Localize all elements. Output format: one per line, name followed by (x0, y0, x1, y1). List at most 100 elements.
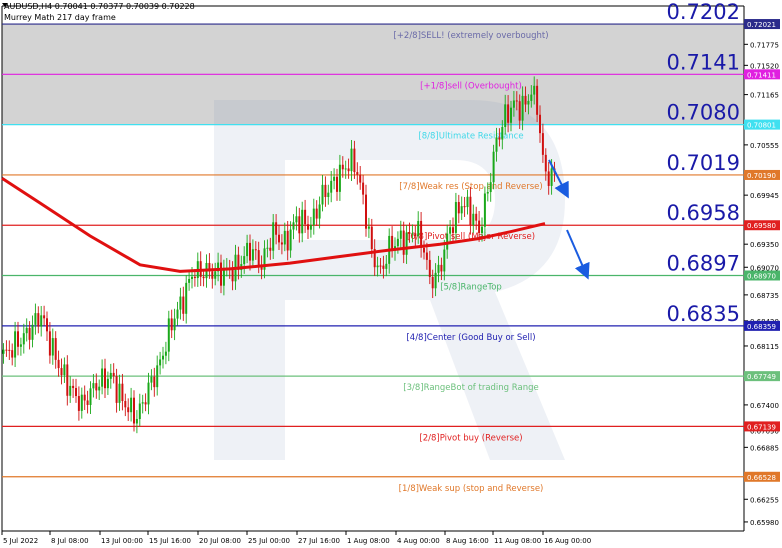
big-level-label: 0.6897 (667, 252, 740, 276)
price-tag-label: 0.68970 (747, 273, 776, 281)
candle-body (150, 376, 153, 383)
candle-body (249, 242, 251, 261)
candle-body (510, 107, 512, 123)
time-tick-label: 11 Aug 08:00 (494, 537, 541, 545)
candle-body (266, 247, 269, 249)
candle-body (341, 164, 344, 170)
candle-body (324, 184, 327, 198)
price-tick-label: 0.66885 (750, 444, 779, 452)
candle-body (19, 344, 22, 347)
candle-body (399, 230, 402, 239)
murrey-level-label: [4/8]Center (Good Buy or Sell) (406, 333, 535, 343)
candle-body (25, 327, 28, 334)
time-tick-label: 4 Aug 00:00 (397, 537, 440, 545)
candle-body (14, 331, 17, 358)
candle-body (176, 309, 179, 319)
price-tick-label: 0.69350 (750, 241, 779, 249)
candle-body (396, 238, 399, 247)
forecast-arrow-2 (566, 229, 590, 280)
candle-body (367, 226, 370, 229)
candle-body (11, 350, 14, 358)
candle-body (60, 368, 63, 376)
price-tag-label: 0.69580 (747, 222, 776, 230)
candle-body (135, 419, 138, 424)
price-tick-label: 0.65980 (750, 519, 779, 527)
candle-body (95, 383, 98, 391)
candle-body (92, 383, 95, 389)
candle-body (179, 296, 182, 310)
candle-body (460, 206, 463, 214)
murrey-level-label: [+1/8]sell (Overbought) (420, 81, 522, 91)
candle-body (46, 318, 48, 332)
candle-body (469, 196, 472, 225)
candle-body (153, 376, 156, 388)
time-tick-label: 25 Jul 00:00 (248, 537, 290, 545)
candle-body (515, 100, 518, 102)
candle-body (370, 226, 373, 250)
candle-body (530, 94, 533, 101)
candle-body (101, 368, 104, 387)
candle-body (298, 216, 301, 234)
candle-body (524, 95, 527, 105)
candle-body (278, 234, 280, 243)
candle-body (133, 397, 135, 424)
candle-body (507, 104, 510, 123)
candle-body (405, 232, 408, 255)
big-level-label: 0.7019 (667, 151, 740, 175)
murrey-level-label: [7/8]Weak res (Stop and Reverse) (399, 182, 542, 192)
candle-body (220, 262, 222, 286)
candle-body (330, 180, 333, 193)
price-tick-label: 0.69945 (750, 192, 779, 200)
candle-body (43, 315, 46, 319)
candle-body (202, 276, 205, 279)
candle-body (193, 276, 196, 279)
candle-body (411, 233, 414, 235)
candle-body (162, 355, 164, 360)
symbol-header: AUDUSD,H4 0.70041 0.70377 0.70039 0.7022… (4, 2, 195, 11)
candle-body (89, 388, 92, 405)
price-tag-label: 0.66528 (747, 474, 776, 482)
candle-body (521, 95, 524, 121)
candle-body (31, 324, 34, 340)
candle-body (338, 164, 341, 192)
candle-body (434, 272, 437, 289)
candle-body (315, 208, 318, 219)
candle-body (254, 249, 257, 251)
candle-body (489, 182, 492, 193)
candle-body (492, 151, 495, 183)
price-tag-label: 0.68359 (747, 323, 776, 331)
candle-body (121, 383, 124, 402)
candle-body (211, 271, 214, 279)
candle-body (185, 282, 188, 314)
candle-body (159, 359, 162, 366)
candle-body (283, 230, 286, 245)
candle-body (318, 204, 321, 219)
candle-body (457, 202, 460, 214)
candle-body (443, 249, 446, 272)
candle-body (440, 264, 443, 272)
murrey-level-label: [5/8]RangeTop (440, 283, 502, 293)
candle-body (164, 351, 167, 356)
time-tick-label: 15 Jul 16:00 (149, 537, 191, 545)
candle-body (243, 256, 246, 265)
candle-body (539, 114, 541, 134)
candle-body (69, 385, 72, 396)
price-tick-label: 0.67400 (750, 402, 779, 410)
candle-body (118, 383, 121, 403)
murrey-level-label: [2/8]Pivot buy (Reverse) (419, 433, 522, 443)
candle-body (138, 403, 141, 420)
candle-body (428, 259, 431, 278)
time-tick-label: 20 Jul 08:00 (199, 537, 241, 545)
candle-body (385, 263, 388, 269)
candle-body (533, 85, 536, 95)
price-tick-label: 0.71520 (750, 62, 779, 70)
candle-body (130, 397, 133, 413)
candle-body (156, 365, 159, 388)
candle-body (347, 168, 350, 172)
candle-body (51, 338, 54, 356)
candle-body (75, 388, 77, 397)
candle-body (425, 252, 428, 260)
candle-body (376, 265, 379, 268)
candle-body (501, 126, 504, 140)
murrey-level-label: [8/8]Ultimate Resistance (418, 132, 523, 142)
